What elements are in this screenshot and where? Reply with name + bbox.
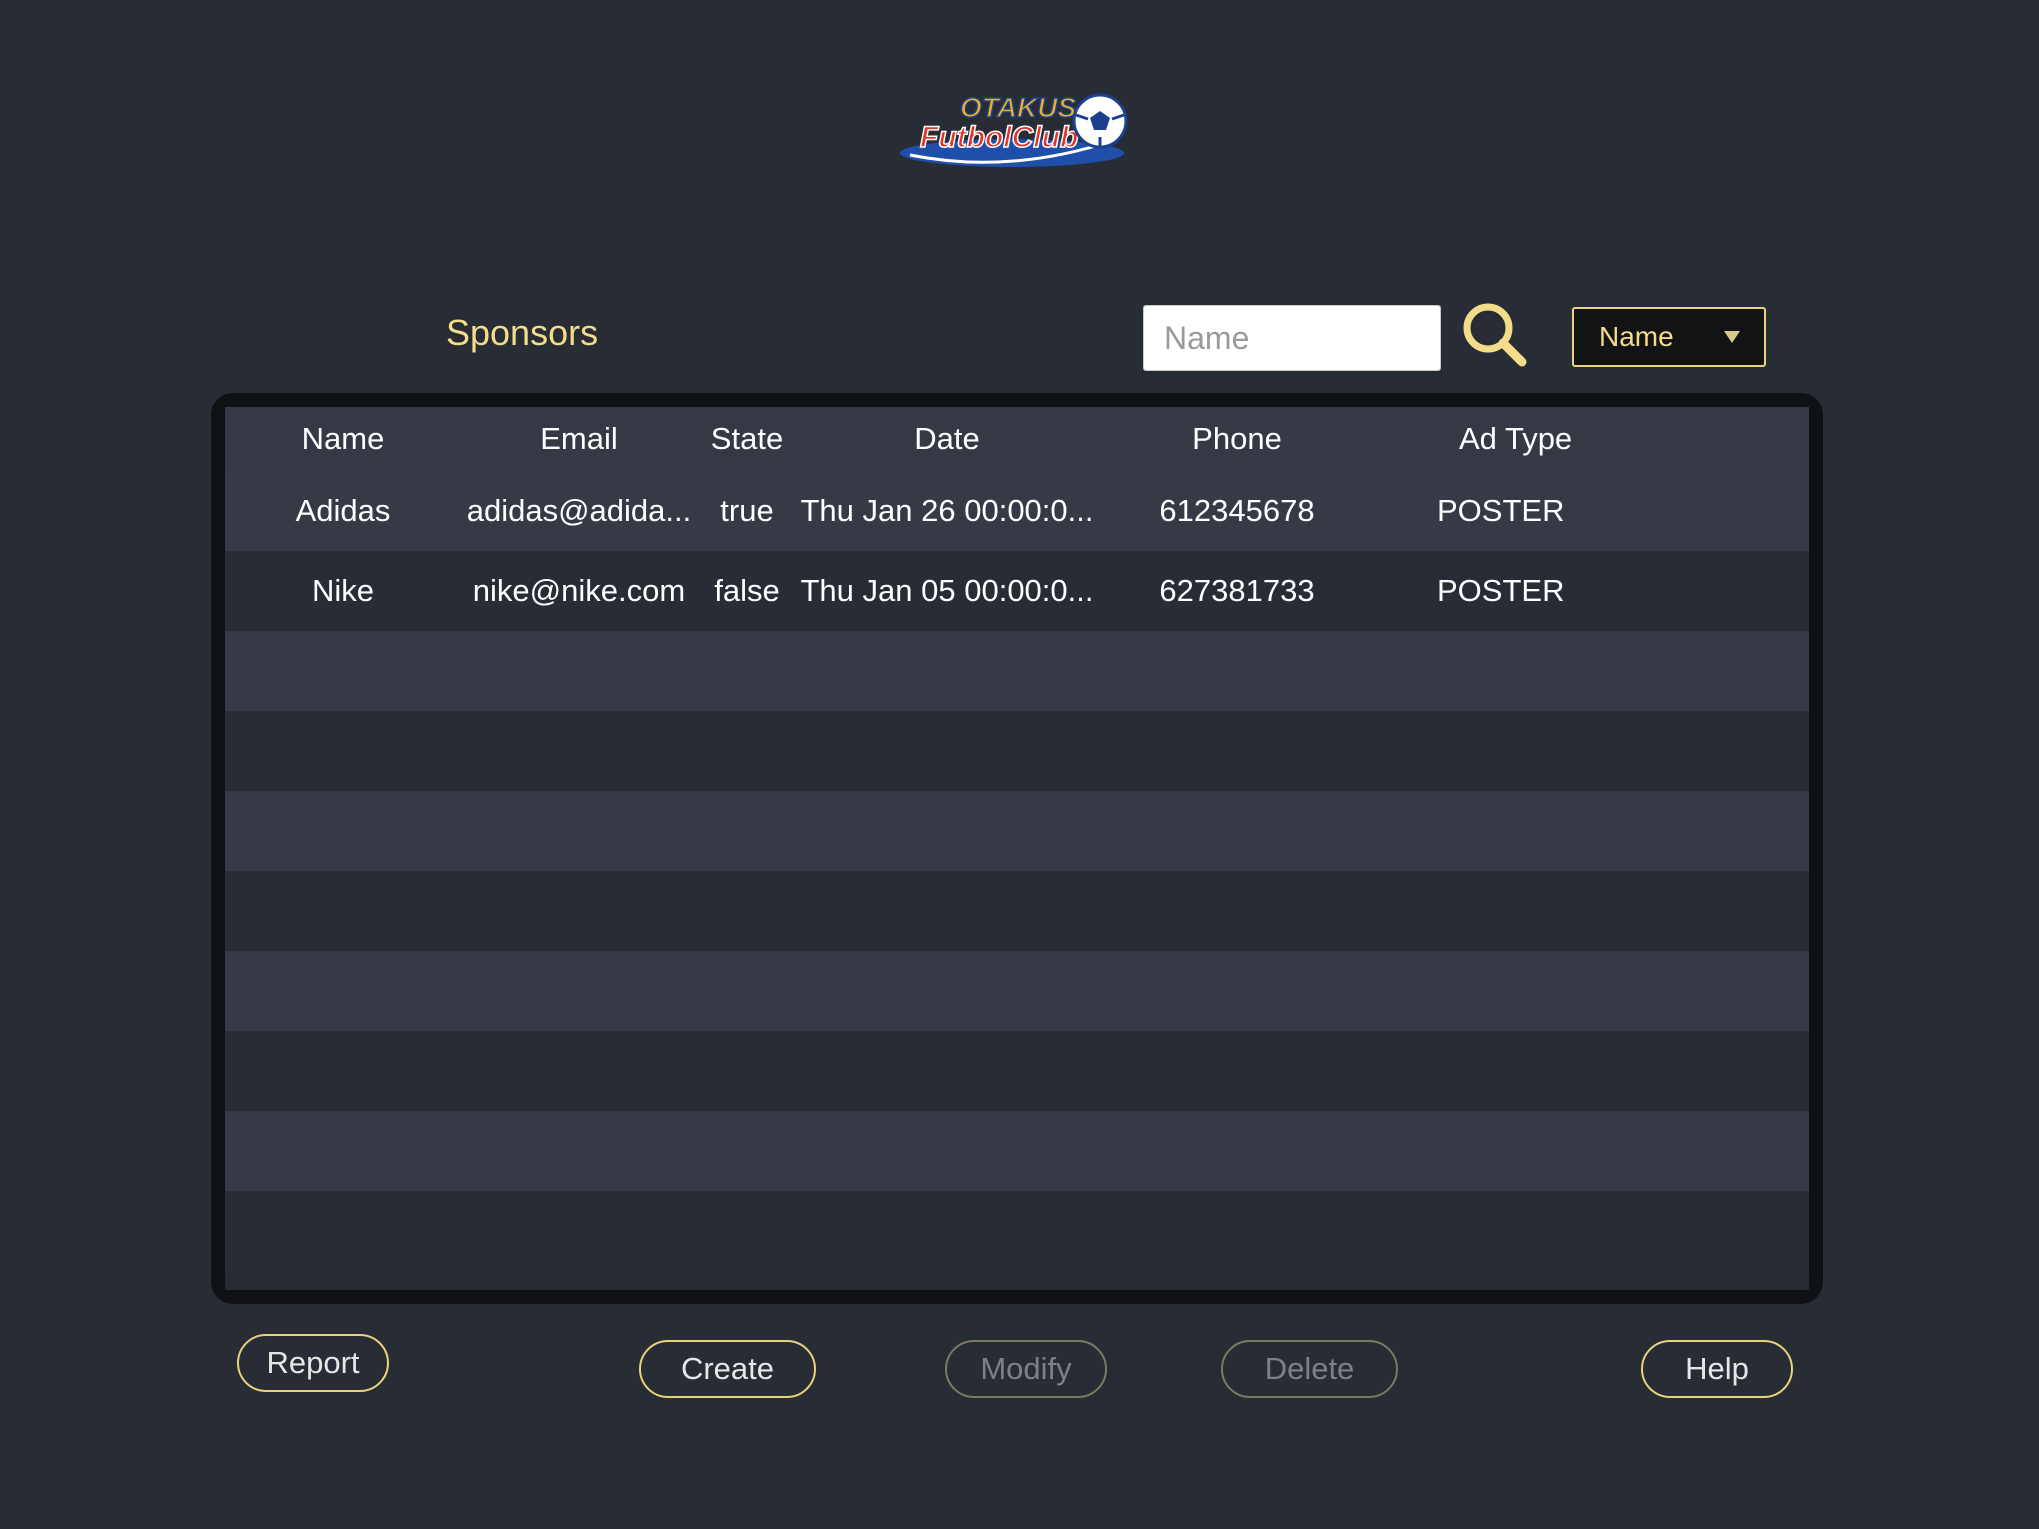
empty-table-row <box>225 951 1809 1031</box>
cell-ad-type: POSTER <box>1437 493 1565 528</box>
empty-table-row <box>225 1111 1809 1191</box>
column-header-name[interactable]: Name <box>225 421 461 457</box>
table-row[interactable]: Nike nike@nike.com false Thu Jan 05 00:0… <box>225 551 1809 631</box>
modify-button[interactable]: Modify <box>945 1340 1107 1398</box>
search-icon[interactable] <box>1460 300 1530 370</box>
table-row[interactable]: Adidas adidas@adida... true Thu Jan 26 0… <box>225 471 1809 551</box>
delete-button[interactable]: Delete <box>1221 1340 1398 1398</box>
report-button[interactable]: Report <box>237 1334 389 1392</box>
cell-email: nike@nike.com <box>472 573 686 608</box>
cell-date: Thu Jan 05 00:00:0... <box>800 573 1094 608</box>
search-input[interactable] <box>1143 305 1441 371</box>
cell-email: adidas@adida... <box>466 493 692 528</box>
empty-table-row <box>225 871 1809 951</box>
column-header-email[interactable]: Email <box>461 421 697 457</box>
cell-state: true <box>720 493 774 528</box>
create-button[interactable]: Create <box>639 1340 816 1398</box>
filter-selected-label: Name <box>1599 321 1674 352</box>
cell-date: Thu Jan 26 00:00:0... <box>800 493 1094 528</box>
empty-table-row <box>225 791 1809 871</box>
help-button[interactable]: Help <box>1641 1340 1793 1398</box>
cell-name: Nike <box>311 573 374 608</box>
sponsors-table: Name Email State Date Phone Ad Type Adid… <box>211 393 1823 1304</box>
svg-text:OTAKUS: OTAKUS <box>960 92 1076 123</box>
column-header-date[interactable]: Date <box>797 421 1097 457</box>
search-filter-select[interactable]: Name <box>1572 307 1766 367</box>
column-header-state[interactable]: State <box>697 421 797 457</box>
otakus-futbolclub-logo: OTAKUS FutbolClub <box>900 91 1128 167</box>
table-header: Name Email State Date Phone Ad Type <box>225 407 1809 471</box>
chevron-down-icon <box>1724 331 1740 343</box>
cell-phone: 627381733 <box>1159 573 1315 608</box>
column-header-ad-type[interactable]: Ad Type <box>1377 421 1717 457</box>
cell-state: false <box>714 573 780 608</box>
svg-text:FutbolClub: FutbolClub <box>920 121 1078 154</box>
cell-ad-type: POSTER <box>1437 573 1565 608</box>
page-title: Sponsors <box>446 312 599 353</box>
empty-table-row <box>225 631 1809 711</box>
empty-table-row <box>225 711 1809 791</box>
sponsors-table-body: Name Email State Date Phone Ad Type Adid… <box>225 407 1809 1290</box>
cell-phone: 612345678 <box>1159 493 1315 528</box>
empty-table-row <box>225 1031 1809 1111</box>
column-header-phone[interactable]: Phone <box>1097 421 1377 457</box>
empty-table-row <box>225 1191 1809 1271</box>
cell-name: Adidas <box>295 493 391 528</box>
